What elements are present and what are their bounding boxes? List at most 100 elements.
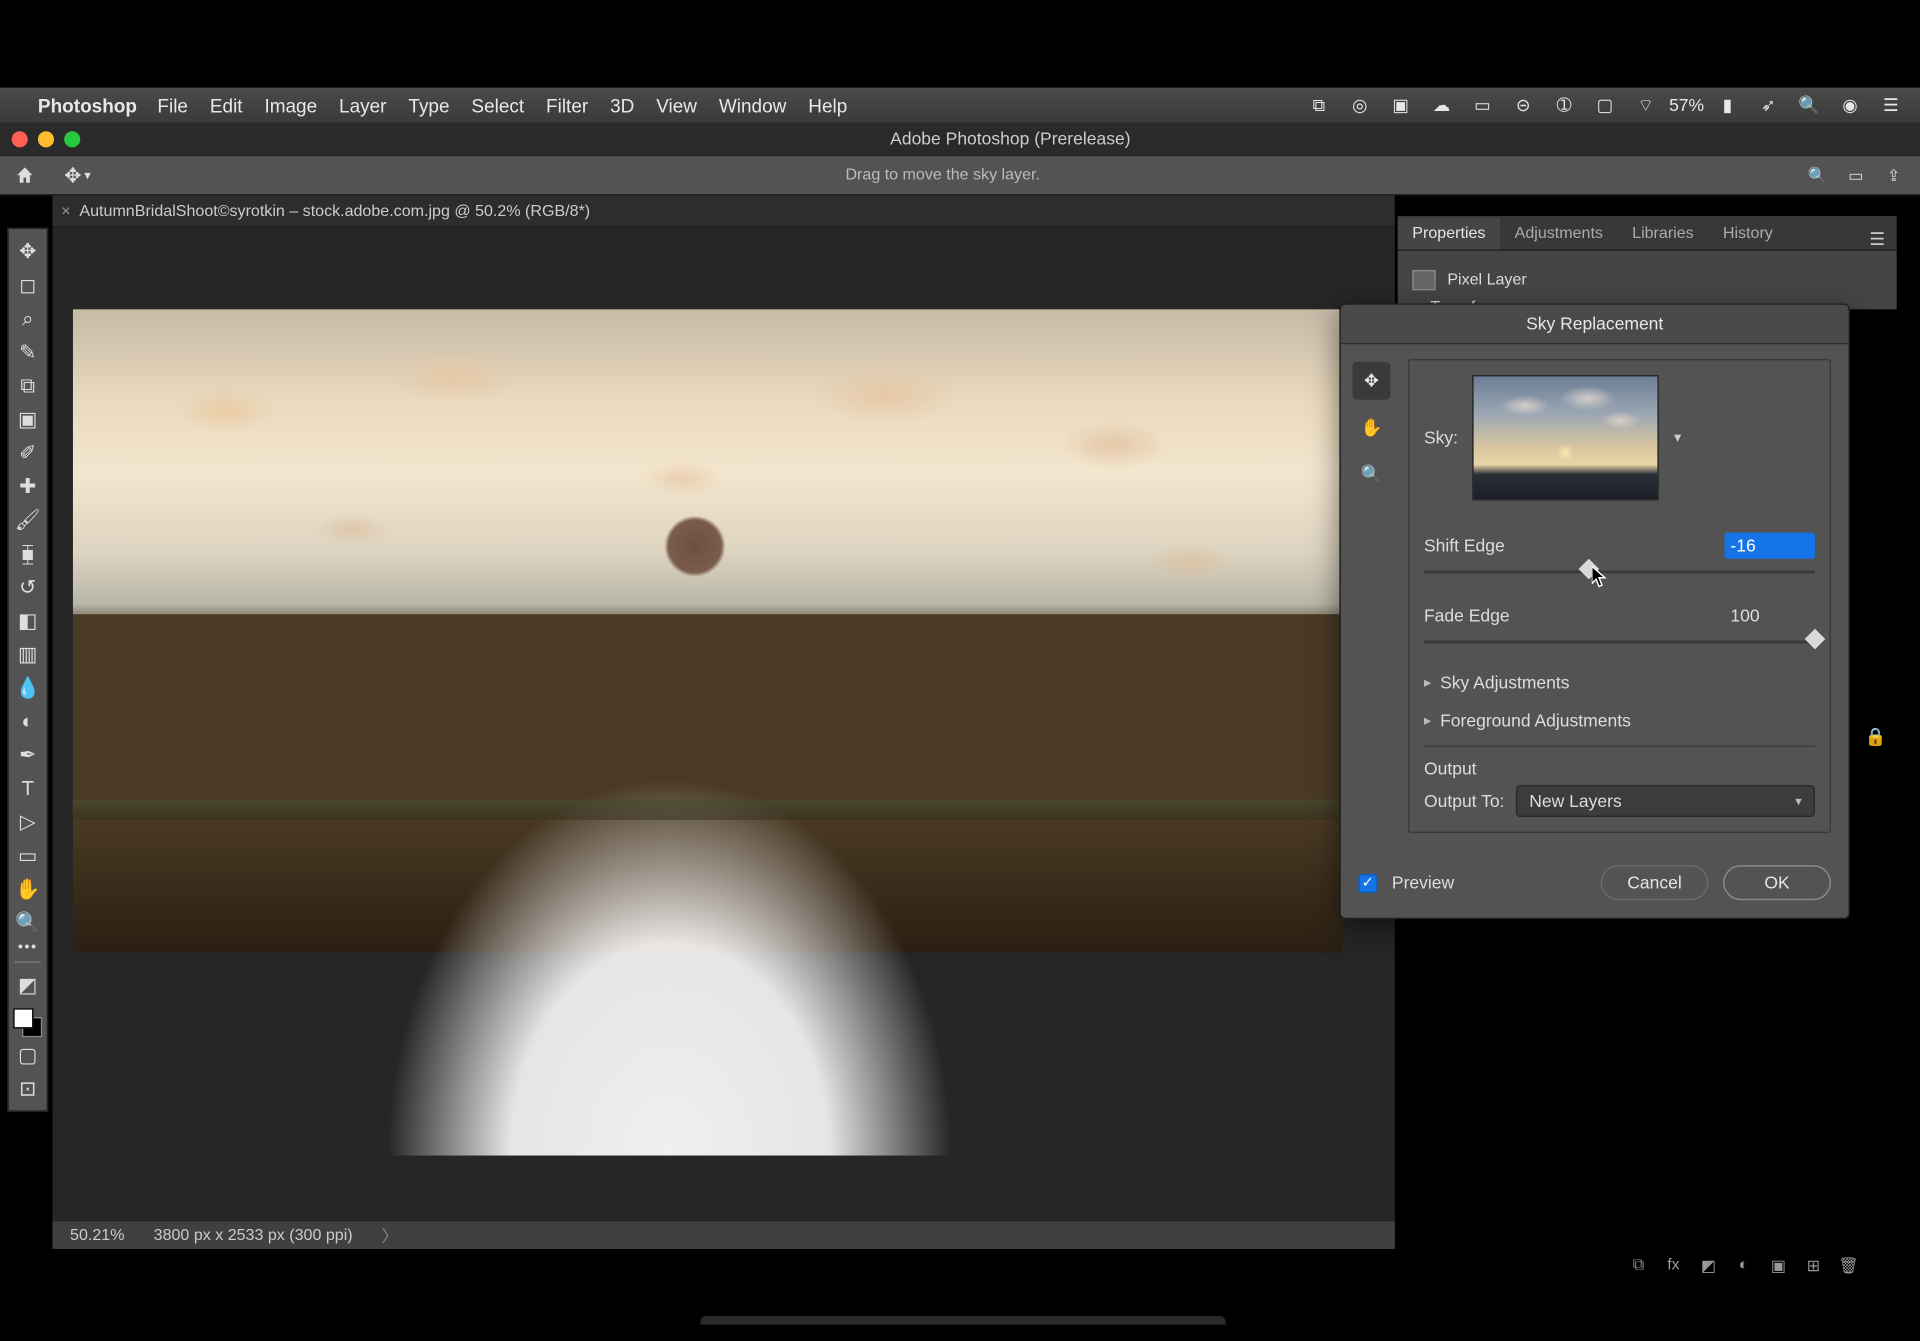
window-close-button[interactable] xyxy=(12,131,28,147)
shift-edge-value[interactable]: -16 xyxy=(1725,533,1815,559)
shift-edge-slider[interactable] xyxy=(1424,562,1815,582)
share-icon[interactable]: ⇪ xyxy=(1879,166,1908,185)
display-icon[interactable]: ▭ xyxy=(1471,93,1494,116)
statusbar-chevron-icon[interactable]: 〉 xyxy=(382,1223,398,1246)
tab-adjustments[interactable]: Adjustments xyxy=(1500,217,1617,249)
path-select-tool[interactable]: ▷ xyxy=(10,805,45,837)
workspace-icon[interactable]: ▭ xyxy=(1841,166,1870,185)
tab-close-icon[interactable]: × xyxy=(61,202,70,220)
sync-icon[interactable]: ◎ xyxy=(1348,93,1371,116)
wifi-icon[interactable]: ⌔ xyxy=(1634,93,1657,116)
screen-mode-icon[interactable]: ▢ xyxy=(10,1039,45,1071)
panel-menu-icon[interactable]: ☰ xyxy=(1858,229,1897,249)
spotlight-icon[interactable]: 🔍 xyxy=(1797,93,1820,116)
trash-icon[interactable]: 🗑 xyxy=(1838,1255,1858,1274)
battery-icon[interactable]: ▮ xyxy=(1716,93,1739,116)
menu-edit[interactable]: Edit xyxy=(210,94,243,116)
sky-move-tool[interactable]: ✥ xyxy=(1352,362,1390,400)
adjustment-layer-icon[interactable]: ◐ xyxy=(1733,1256,1753,1274)
healing-tool[interactable]: ✚ xyxy=(10,470,45,502)
search-icon[interactable]: 🔍 xyxy=(1803,166,1832,185)
brush-tool[interactable]: 🖌 xyxy=(10,503,45,535)
status-icon[interactable]: ⊝ xyxy=(1512,93,1535,116)
sky-adjustments-section[interactable]: ▸ Sky Adjustments xyxy=(1424,661,1815,699)
document-image[interactable] xyxy=(73,309,1342,1155)
tab-properties[interactable]: Properties xyxy=(1398,217,1500,249)
cloud-icon[interactable]: ☁ xyxy=(1430,93,1453,116)
tab-history[interactable]: History xyxy=(1708,217,1787,249)
cancel-button[interactable]: Cancel xyxy=(1601,865,1709,900)
tab-libraries[interactable]: Libraries xyxy=(1618,217,1709,249)
lasso-tool[interactable]: ⌕ xyxy=(10,302,45,334)
shape-tool[interactable]: ▭ xyxy=(10,839,45,871)
sky-zoom-tool[interactable]: 🔍 xyxy=(1352,455,1390,493)
accessibility-icon[interactable]: ➀ xyxy=(1552,93,1575,116)
eyedropper-tool[interactable]: ✐ xyxy=(10,436,45,468)
control-center-icon[interactable]: ☰ xyxy=(1879,93,1902,116)
siri-icon[interactable]: ◉ xyxy=(1838,93,1861,116)
output-to-select[interactable]: New Layers ▾ xyxy=(1516,785,1815,817)
mask-icon[interactable]: ◩ xyxy=(1698,1255,1718,1274)
edit-toolbar-icon[interactable]: ••• xyxy=(18,940,38,956)
menu-3d[interactable]: 3D xyxy=(610,94,634,116)
dodge-tool[interactable]: ◐ xyxy=(10,705,45,737)
menu-file[interactable]: File xyxy=(157,94,188,116)
quick-select-tool[interactable]: ✎ xyxy=(10,336,45,368)
window-minimize-button[interactable] xyxy=(38,131,54,147)
screen-mode-icon-2[interactable]: ⊡ xyxy=(10,1072,45,1104)
canvas-area[interactable]: 50.21% 3800 px x 2533 px (300 ppi) 〉 xyxy=(53,228,1395,1249)
lock-icon[interactable]: 🔒 xyxy=(1865,727,1887,747)
preview-checkbox[interactable]: ✓ xyxy=(1358,873,1377,892)
sky-hand-tool[interactable]: ✋ xyxy=(1352,409,1390,447)
document-tab[interactable]: AutumnBridalShoot©syrotkin – stock.adobe… xyxy=(79,202,590,220)
foreground-adjustments-section[interactable]: ▸ Foreground Adjustments xyxy=(1424,699,1815,737)
window-title: Adobe Photoshop (Prerelease) xyxy=(101,128,1920,148)
history-brush-tool[interactable]: ↺ xyxy=(10,570,45,602)
stamp-tool[interactable]: ⧯ xyxy=(10,537,45,569)
menu-filter[interactable]: Filter xyxy=(546,94,588,116)
menu-view[interactable]: View xyxy=(656,94,697,116)
preview-label[interactable]: Preview xyxy=(1392,872,1454,892)
move-tool-indicator[interactable]: ✥ ▾ xyxy=(64,163,91,188)
menu-select[interactable]: Select xyxy=(471,94,524,116)
screen-record-icon[interactable]: ⧉ xyxy=(1307,93,1330,116)
zoom-level[interactable]: 50.21% xyxy=(70,1226,124,1244)
link-icon[interactable]: ⧉ xyxy=(1628,1255,1648,1274)
window-zoom-button[interactable] xyxy=(64,131,80,147)
sky-preset-thumbnail[interactable] xyxy=(1473,375,1660,500)
menubar-app-name[interactable]: Photoshop xyxy=(38,94,137,116)
marquee-tool[interactable]: ◻ xyxy=(10,268,45,300)
battery-percent[interactable]: 57% xyxy=(1675,93,1698,116)
menu-layer[interactable]: Layer xyxy=(339,94,386,116)
fade-edge-value[interactable]: 100 xyxy=(1725,603,1815,629)
color-swatches[interactable] xyxy=(13,1008,42,1037)
type-tool[interactable]: T xyxy=(10,772,45,804)
pen-tool[interactable]: ✒ xyxy=(10,738,45,770)
doc-dimensions[interactable]: 3800 px x 2533 px (300 ppi) xyxy=(154,1226,353,1244)
menu-image[interactable]: Image xyxy=(264,94,317,116)
options-tip: Drag to move the sky layer. xyxy=(91,166,1795,184)
menu-type[interactable]: Type xyxy=(408,94,449,116)
hand-tool[interactable]: ✋ xyxy=(10,872,45,904)
location-icon[interactable]: ➶ xyxy=(1757,93,1780,116)
fade-edge-slider[interactable] xyxy=(1424,632,1815,652)
blur-tool[interactable]: 💧 xyxy=(10,671,45,703)
group-icon[interactable]: ▣ xyxy=(1768,1255,1788,1274)
cc-icon[interactable]: ▣ xyxy=(1389,93,1412,116)
frame-tool[interactable]: ▣ xyxy=(10,403,45,435)
sky-dropdown-icon[interactable]: ▾ xyxy=(1674,430,1689,446)
crop-tool[interactable]: ⧉ xyxy=(10,369,45,401)
zoom-tool[interactable]: 🔍 xyxy=(10,906,45,938)
home-icon[interactable] xyxy=(12,162,38,188)
menu-help[interactable]: Help xyxy=(808,94,847,116)
eraser-tool[interactable]: ◧ xyxy=(10,604,45,636)
fx-icon[interactable]: fx xyxy=(1663,1256,1683,1274)
ok-button[interactable]: OK xyxy=(1723,865,1831,900)
new-layer-icon[interactable]: ⊞ xyxy=(1803,1255,1823,1274)
airplay-icon[interactable]: ▢ xyxy=(1593,93,1616,116)
move-tool[interactable]: ✥ xyxy=(10,235,45,267)
gradient-tool[interactable]: ▥ xyxy=(10,638,45,670)
right-panel-tabs: Properties Adjustments Libraries History… xyxy=(1398,216,1897,251)
quick-mask-icon[interactable]: ◩ xyxy=(10,969,45,1001)
menu-window[interactable]: Window xyxy=(719,94,786,116)
